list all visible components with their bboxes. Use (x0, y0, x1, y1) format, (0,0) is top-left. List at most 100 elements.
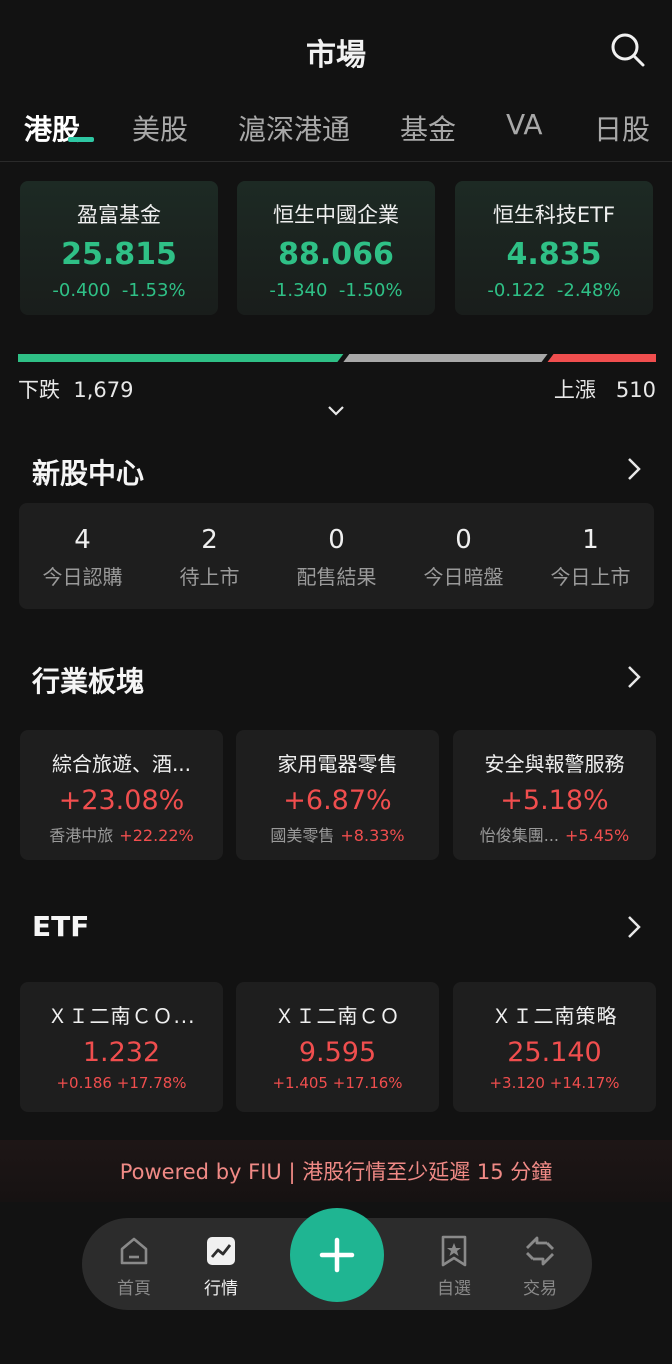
sector-pct: +23.08% (58, 785, 185, 816)
sector-name: 綜合旅遊、酒... (51, 752, 192, 776)
etf-change-value: +3.120 (489, 1074, 545, 1092)
breadth-down: 下跌 1,679 (18, 374, 133, 404)
index-name: 恒生科技ETF (492, 203, 616, 227)
bookmark-star-icon (441, 1235, 467, 1267)
sector-leader-name: 國美零售 (270, 826, 335, 845)
etf-card[interactable]: ＸＩ二南ＣＯ... 1.232 +0.186 +17.78% (20, 982, 223, 1112)
etf-name: ＸＩ二南ＣＯ... (47, 1004, 196, 1028)
ipo-stat-count: 0 (328, 525, 345, 555)
index-change-value: -0.122 (487, 280, 546, 301)
add-button[interactable] (290, 1208, 384, 1302)
ipo-stat-count: 1 (582, 525, 599, 555)
tab-va[interactable]: VA (506, 108, 543, 141)
index-change: -1.340 -1.50% (237, 280, 435, 301)
home-icon (120, 1237, 148, 1265)
sector-pct: +5.18% (500, 785, 609, 816)
index-price: 88.066 (278, 237, 394, 272)
etf-name: ＸＩ二南ＣＯ (274, 1004, 401, 1028)
breadth-down-segment (18, 354, 344, 362)
etf-card[interactable]: ＸＩ二南ＣＯ 9.595 +1.405 +17.16% (236, 982, 439, 1112)
nav-market[interactable]: 行情 (181, 1218, 261, 1299)
index-change-pct: -2.48% (556, 280, 621, 301)
ipo-stat-count: 0 (455, 525, 472, 555)
tab-stock-connect[interactable]: 滬深港通 (238, 108, 350, 148)
ipo-stat-label: 待上市 (179, 565, 240, 589)
ipo-stat-count: 2 (201, 525, 218, 555)
index-name: 盈富基金 (77, 203, 161, 227)
page-title: 市場 (306, 38, 366, 73)
tab-funds[interactable]: 基金 (400, 108, 456, 148)
breadth-down-label: 下跌 (18, 378, 60, 402)
etf-card[interactable]: ＸＩ二南策略 25.140 +3.120 +14.17% (453, 982, 656, 1112)
nav-trade[interactable]: 交易 (500, 1218, 580, 1299)
sector-pct: +6.87% (283, 785, 392, 816)
ipo-summary: 4 今日認購 2 待上市 0 配售結果 0 今日暗盤 1 今日上市 (19, 503, 654, 609)
breadth-up: 上漲 510 (554, 374, 656, 404)
ipo-stat[interactable]: 4 今日認購 (19, 503, 146, 590)
sector-name: 安全與報警服務 (484, 752, 625, 776)
index-change-pct: -1.53% (121, 280, 186, 301)
exchange-icon (526, 1236, 554, 1266)
ipo-stat[interactable]: 0 配售結果 (273, 503, 400, 590)
index-card[interactable]: 盈富基金 25.815 -0.400 -1.53% (20, 181, 218, 315)
index-change-value: -1.340 (269, 280, 328, 301)
index-name: 恒生中國企業 (273, 203, 399, 227)
etf-price: 25.140 (507, 1037, 602, 1068)
ipo-stat[interactable]: 0 今日暗盤 (400, 503, 527, 590)
index-price: 25.815 (61, 237, 177, 272)
nav-home-label: 首頁 (117, 1279, 151, 1299)
sector-leader-pct: +22.22% (119, 826, 194, 845)
index-card[interactable]: 恒生科技ETF 4.835 -0.122 -2.48% (455, 181, 653, 315)
index-change-value: -0.400 (52, 280, 111, 301)
ipo-stat-label: 今日認購 (42, 565, 123, 589)
etf-change: +1.405 +17.16% (236, 1074, 439, 1092)
breadth-up-segment (547, 354, 656, 362)
ipo-stat[interactable]: 2 待上市 (146, 503, 273, 590)
ipo-stat-label: 今日上市 (550, 565, 631, 589)
ipo-stat[interactable]: 1 今日上市 (527, 503, 654, 590)
sector-card[interactable]: 安全與報警服務 +5.18% 怡俊集團... +5.45% (453, 730, 656, 860)
index-change: -0.400 -1.53% (20, 280, 218, 301)
sectors-title[interactable]: 行業板塊 (32, 660, 144, 700)
breadth-bar (18, 354, 656, 362)
tab-us-stocks[interactable]: 美股 (132, 108, 188, 148)
sector-leader: 香港中旅 +22.22% (20, 822, 223, 846)
etf-change: +0.186 +17.78% (20, 1074, 223, 1092)
etf-price: 9.595 (298, 1037, 377, 1068)
nav-watchlist[interactable]: 自選 (414, 1218, 494, 1299)
sector-leader-name: 香港中旅 (49, 826, 114, 845)
index-card[interactable]: 恒生中國企業 88.066 -1.340 -1.50% (237, 181, 435, 315)
sector-card[interactable]: 家用電器零售 +6.87% 國美零售 +8.33% (236, 730, 439, 860)
market-tabs: 港股 美股 滬深港通 基金 VA 日股 (0, 100, 672, 162)
sector-card[interactable]: 綜合旅遊、酒... +23.08% 香港中旅 +22.22% (20, 730, 223, 860)
chevron-right-icon[interactable] (624, 456, 644, 482)
plus-icon (319, 1237, 355, 1273)
ipo-center-title[interactable]: 新股中心 (32, 452, 144, 492)
nav-home[interactable]: 首頁 (94, 1218, 174, 1299)
etf-title[interactable]: ETF (32, 910, 89, 943)
etf-change-value: +1.405 (272, 1074, 328, 1092)
etf-change-pct: +14.17% (549, 1074, 620, 1092)
search-icon[interactable] (608, 30, 648, 70)
chart-icon (207, 1237, 235, 1265)
sector-leader-name: 怡俊集團... (479, 826, 560, 845)
tab-jp-stocks[interactable]: 日股 (594, 108, 650, 148)
ipo-stat-count: 4 (74, 525, 91, 555)
chevron-right-icon[interactable] (624, 664, 644, 690)
top-bar: 市場 (0, 0, 672, 100)
chevron-right-icon[interactable] (624, 914, 644, 940)
sector-leader-pct: +8.33% (340, 826, 405, 845)
chevron-down-icon[interactable] (326, 402, 346, 416)
ipo-stat-label: 今日暗盤 (423, 565, 504, 589)
index-change-pct: -1.50% (338, 280, 403, 301)
tab-hk-stocks[interactable]: 港股 (24, 108, 80, 148)
index-price: 4.835 (506, 237, 602, 272)
nav-trade-label: 交易 (523, 1279, 557, 1299)
active-tab-indicator (68, 137, 94, 142)
breadth-up-count: 510 (615, 378, 656, 402)
ipo-stat-label: 配售結果 (296, 565, 377, 589)
sector-leader: 國美零售 +8.33% (236, 822, 439, 846)
nav-market-label: 行情 (204, 1279, 238, 1299)
etf-change-value: +0.186 (56, 1074, 112, 1092)
etf-change: +3.120 +14.17% (453, 1074, 656, 1092)
